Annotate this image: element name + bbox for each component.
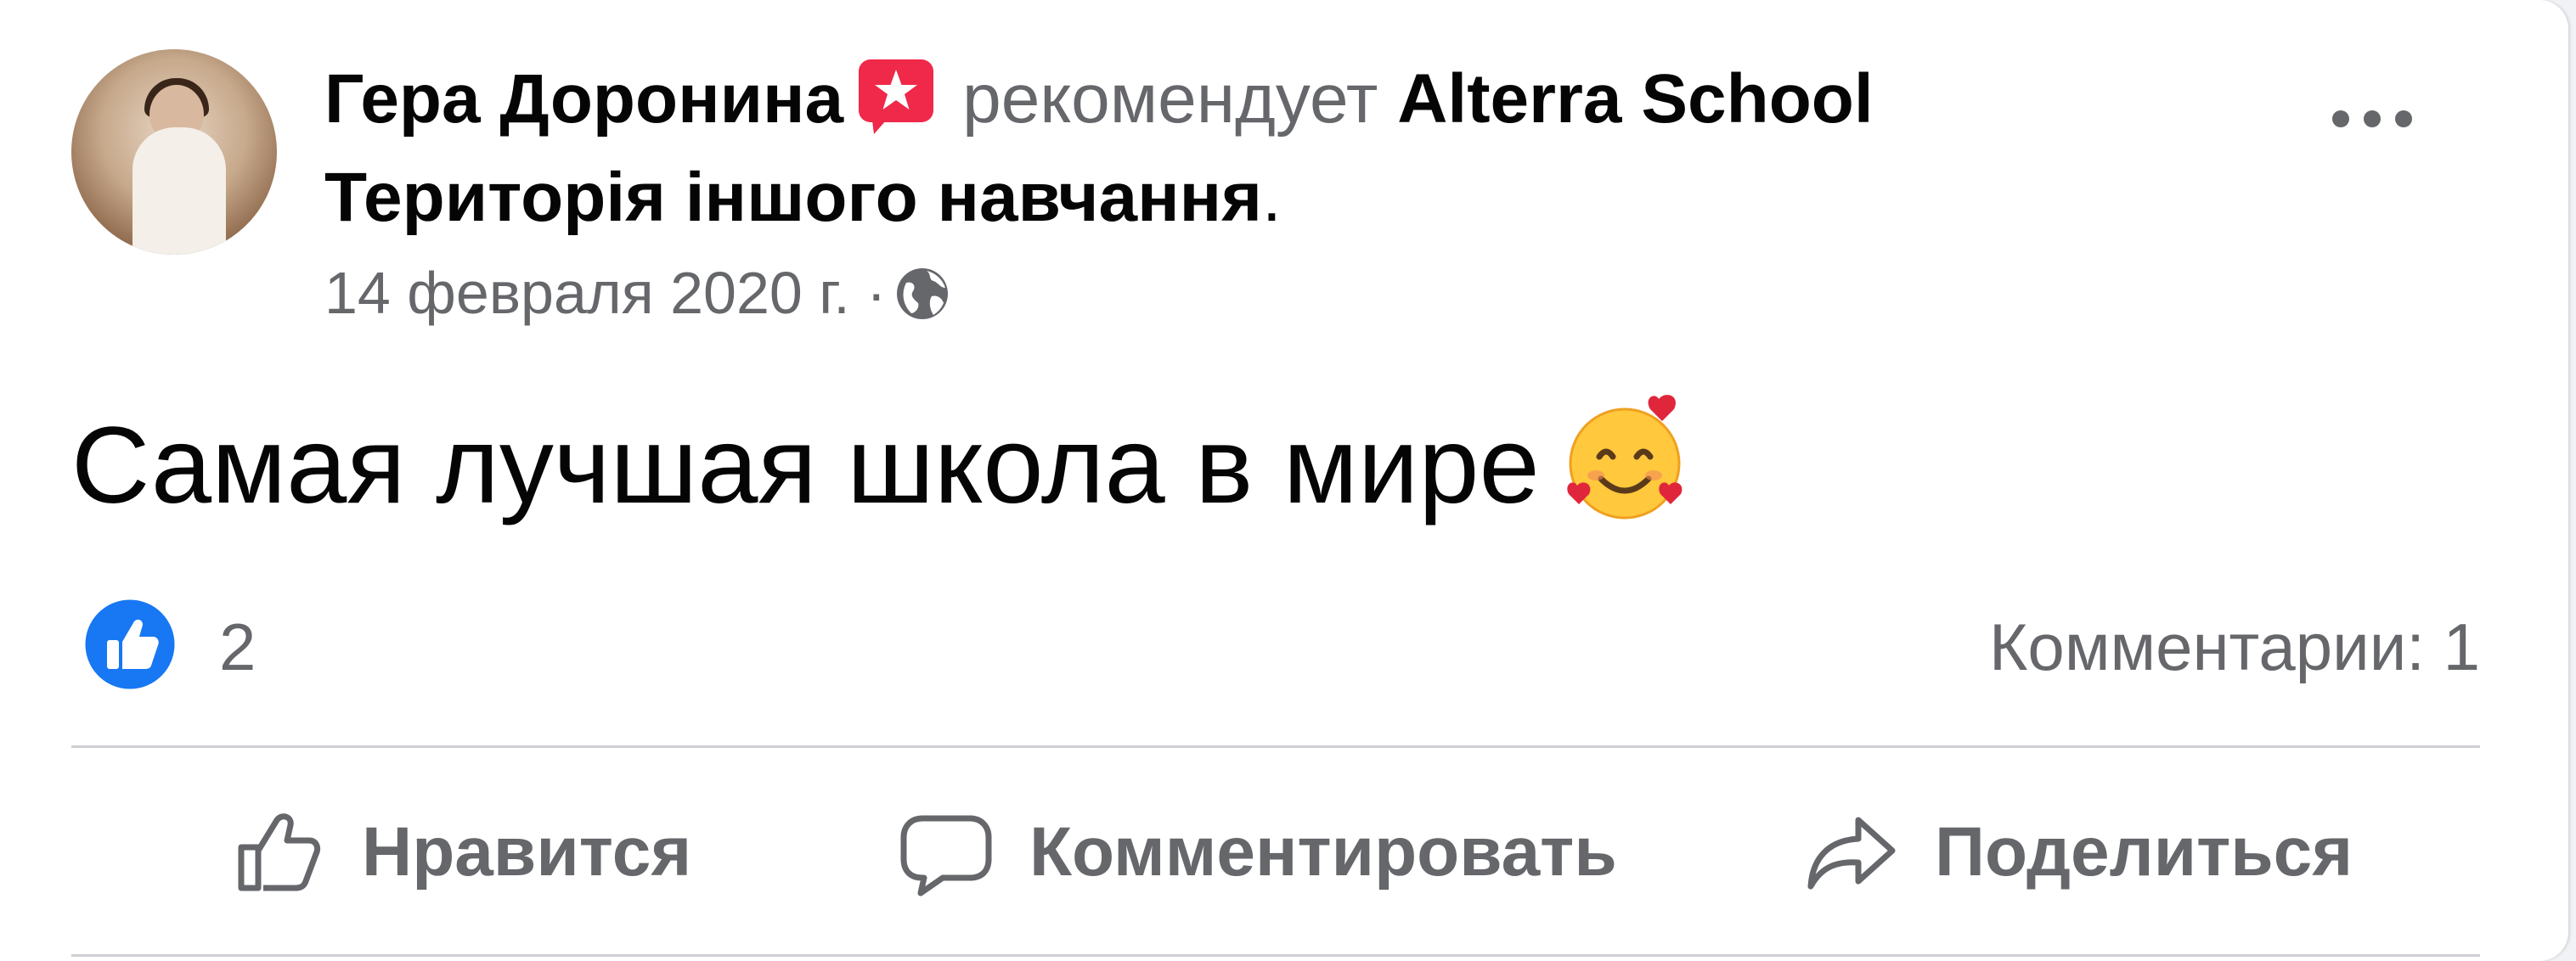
- comment-button-label: Комментировать: [1029, 813, 1617, 891]
- page-name-link-cont[interactable]: Територія іншого навчання: [324, 159, 1262, 236]
- avatar[interactable]: [71, 49, 277, 255]
- meta-separator: ·: [866, 260, 887, 326]
- likes-count[interactable]: 2: [219, 604, 256, 689]
- comment-button[interactable]: Комментировать: [897, 801, 1617, 903]
- post-text: Самая лучшая школа в мире: [71, 405, 1540, 526]
- like-button[interactable]: Нравится: [229, 801, 691, 903]
- post-date[interactable]: 14 февраля 2020 г.: [324, 260, 850, 326]
- thumbs-up-icon: [238, 813, 321, 891]
- share-arrow-icon: [1807, 817, 1896, 890]
- comments-count[interactable]: Комментарии: 1: [1989, 604, 2480, 689]
- share-button[interactable]: Поделиться: [1802, 801, 2353, 903]
- post-header: Гера Доронина рекомендует Alterra School: [324, 53, 1874, 146]
- post-header-line2: Територія іншого навчання.: [324, 151, 1282, 244]
- post-meta: 14 февраля 2020 г. ·: [324, 255, 950, 331]
- speech-bubble-icon: [900, 815, 992, 896]
- more-options-icon[interactable]: [2325, 102, 2419, 136]
- divider: [71, 954, 2480, 957]
- post-body: Самая лучшая школа в мире: [71, 391, 1693, 534]
- globe-icon[interactable]: [894, 263, 950, 319]
- recommends-text: рекомендует: [962, 60, 1378, 138]
- like-reaction-icon[interactable]: [82, 597, 178, 692]
- smiling-face-with-hearts-icon: [1557, 391, 1693, 526]
- author-name[interactable]: Гера Доронина: [324, 60, 843, 138]
- share-button-label: Поделиться: [1935, 813, 2353, 891]
- like-button-label: Нравится: [362, 813, 692, 891]
- post-card: Гера Доронина рекомендует Alterra School …: [0, 0, 2568, 961]
- page-name-link[interactable]: Alterra School: [1397, 60, 1873, 138]
- period-text: .: [1262, 159, 1282, 236]
- divider: [71, 745, 2480, 748]
- recommendation-star-icon: [855, 54, 937, 136]
